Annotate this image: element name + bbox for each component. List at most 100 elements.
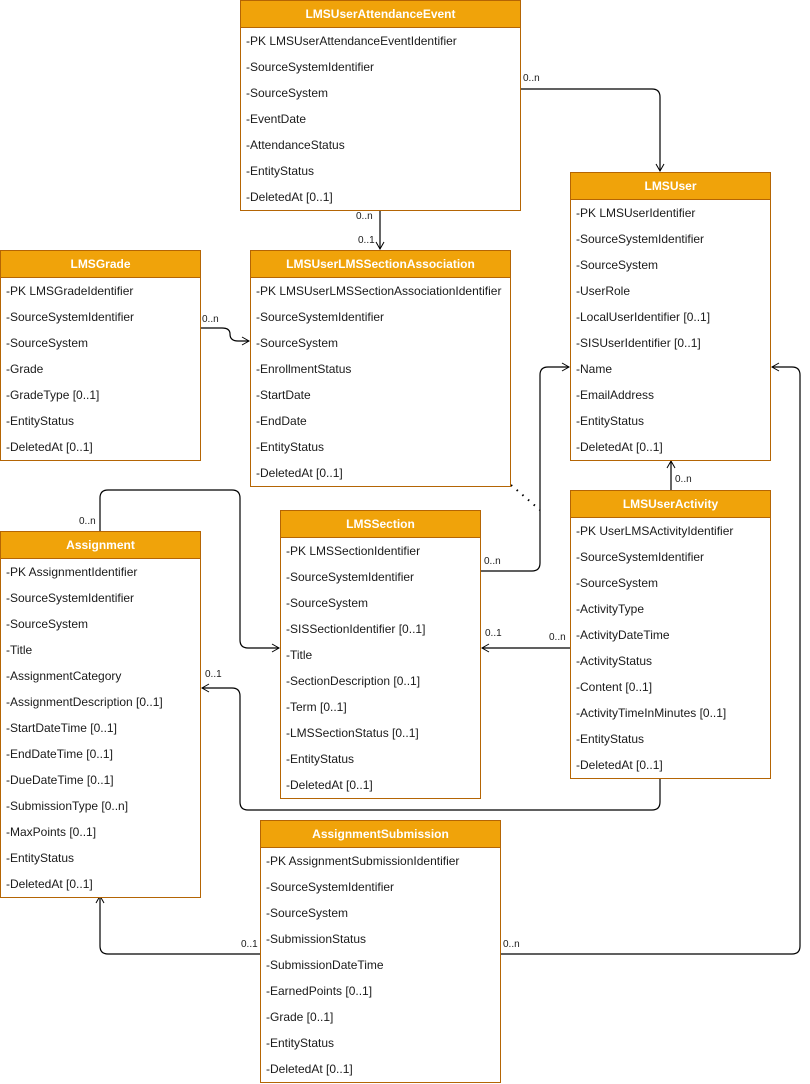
attribute-row: -EntityStatus	[6, 851, 75, 865]
attribute-list: -PK LMSUserAttendanceEventIdentifier -Sou…	[241, 28, 520, 210]
attribute-row: -PK UserLMSActivityIdentifier	[576, 524, 734, 538]
cardinality-label: 0..n	[356, 211, 373, 222]
attribute-row: -SourceSystemIdentifier	[266, 880, 395, 894]
attribute-row: -DeletedAt [0..1]	[576, 440, 663, 454]
entity-lms-user-section-association[interactable]: LMSUserLMSSectionAssociation -PK LMSUser…	[250, 250, 511, 487]
cardinality-label: 0..1	[241, 939, 258, 950]
attribute-row: -AssignmentCategory	[6, 669, 122, 683]
attribute-row: -GradeType [0..1]	[6, 388, 100, 402]
attribute-list: -PK AssignmentSubmissionIdentifier -Sourc…	[261, 848, 500, 1082]
attribute-row: -DeletedAt [0..1]	[266, 1062, 353, 1076]
attribute-row: -SourceSystemIdentifier	[286, 570, 415, 584]
entity-lms-grade[interactable]: LMSGrade -PK LMSGradeIdentifier -SourceSy…	[0, 250, 201, 461]
attribute-row: -SourceSystem	[6, 336, 89, 350]
attribute-row: -Title	[6, 643, 33, 657]
attribute-row: -DeletedAt [0..1]	[6, 440, 93, 454]
cardinality-label: 0..n	[675, 474, 692, 485]
attribute-row: -Term [0..1]	[286, 700, 347, 714]
entity-title: Assignment	[1, 532, 200, 559]
attribute-row: -Grade	[6, 362, 44, 376]
attribute-row: -EventDate	[246, 112, 307, 126]
connector-submission-assignment[interactable]	[95, 894, 260, 955]
attribute-row: -AssignmentDescription [0..1]	[6, 695, 163, 709]
attribute-row: -SourceSystemIdentifier	[246, 60, 375, 74]
cardinality-label: 0..n	[202, 314, 219, 325]
entity-title: LMSUserActivity	[571, 491, 770, 518]
attribute-row: -MaxPoints [0..1]	[6, 825, 97, 839]
attribute-row: -SourceSystemIdentifier	[256, 310, 385, 324]
connector-grade-association[interactable]	[201, 327, 251, 346]
cardinality-label: 0..1	[205, 669, 222, 680]
attribute-list: -PK LMSUserLMSSectionAssociationIdentifi…	[251, 278, 510, 486]
attribute-row: -SubmissionType [0..n]	[6, 799, 129, 813]
attribute-row: -EarnedPoints [0..1]	[266, 984, 373, 998]
cardinality-label: 0..1	[358, 235, 375, 246]
entity-title: AssignmentSubmission	[261, 821, 500, 848]
attribute-row: -PK AssignmentIdentifier	[6, 565, 138, 579]
attribute-list: -PK LMSGradeIdentifier -SourceSystemIdent…	[1, 278, 200, 460]
attribute-row: -UserRole	[576, 284, 631, 298]
attribute-row: -ActivityTimeInMinutes [0..1]	[576, 706, 727, 720]
attribute-row: -EndDateTime [0..1]	[6, 747, 113, 761]
attribute-row: -PK LMSSectionIdentifier	[286, 544, 421, 558]
dotted-link	[510, 484, 541, 511]
attribute-row: -EntityStatus	[576, 414, 645, 428]
attribute-row: -Content [0..1]	[576, 680, 653, 694]
attribute-row: -EntityStatus	[266, 1036, 335, 1050]
attribute-list: -PK LMSSectionIdentifier -SourceSystemIde…	[281, 538, 480, 798]
cardinality-label: 0..n	[79, 516, 96, 527]
entity-lms-user-activity[interactable]: LMSUserActivity -PK UserLMSActivityIdent…	[570, 490, 771, 779]
attribute-row: -SourceSystemIdentifier	[576, 232, 705, 246]
entity-lms-user[interactable]: LMSUser -PK LMSUserIdentifier -SourceSyst…	[570, 172, 771, 461]
attribute-row: -ActivityDateTime	[576, 628, 670, 642]
attribute-row: -EmailAddress	[576, 388, 655, 402]
attribute-row: -EntityStatus	[576, 732, 645, 746]
attribute-row: -SourceSystem	[6, 617, 89, 631]
attribute-row: -DeletedAt [0..1]	[286, 778, 373, 792]
attribute-row: -SubmissionDateTime	[266, 958, 384, 972]
attribute-row: -LMSSectionStatus [0..1]	[286, 726, 419, 740]
attribute-row: -DeletedAt [0..1]	[256, 466, 343, 480]
attribute-row: -SourceSystem	[286, 596, 369, 610]
attribute-row: -Grade [0..1]	[266, 1010, 334, 1024]
attribute-row: -EntityStatus	[6, 414, 75, 428]
attribute-row: -StartDate	[256, 388, 311, 402]
attribute-row: -EntityStatus	[286, 752, 355, 766]
entity-assignment-submission[interactable]: AssignmentSubmission -PK AssignmentSubmi…	[260, 820, 501, 1083]
attribute-row: -DeletedAt [0..1]	[576, 758, 663, 772]
attribute-row: -EntityStatus	[256, 440, 325, 454]
entity-assignment[interactable]: Assignment -PK AssignmentIdentifier -Sour…	[0, 531, 201, 898]
attribute-row: -SourceSystemIdentifier	[6, 591, 135, 605]
cardinality-label: 0..1	[485, 628, 502, 639]
cardinality-label: 0..n	[484, 556, 501, 567]
entity-title: LMSUserAttendanceEvent	[241, 1, 520, 28]
entity-lms-user-attendance-event[interactable]: LMSUserAttendanceEvent -PK LMSUserAttend…	[240, 0, 521, 211]
attribute-row: -Title	[286, 648, 313, 662]
attribute-row: -SubmissionStatus	[266, 932, 367, 946]
attribute-row: -SourceSystemIdentifier	[576, 550, 705, 564]
cardinality-label: 0..n	[523, 73, 540, 84]
attribute-row: -PK AssignmentSubmissionIdentifier	[266, 854, 460, 868]
cardinality-label: 0..n	[549, 632, 566, 643]
attribute-row: -ActivityType	[576, 602, 645, 616]
attribute-list: -PK LMSUserIdentifier -SourceSystemIdenti…	[571, 200, 770, 460]
entity-lms-section[interactable]: LMSSection -PK LMSSectionIdentifier -Sour…	[280, 510, 481, 799]
attribute-row: -LocalUserIdentifier [0..1]	[576, 310, 711, 324]
attribute-row: -ActivityStatus	[576, 654, 653, 668]
attribute-row: -Name	[576, 362, 613, 376]
entity-title: LMSUser	[571, 173, 770, 200]
attribute-row: -StartDateTime [0..1]	[6, 721, 117, 735]
attribute-list: -PK AssignmentIdentifier -SourceSystemIde…	[1, 559, 200, 897]
attribute-row: -SourceSystem	[246, 86, 329, 100]
attribute-row: -SourceSystem	[266, 906, 349, 920]
connector-attendance-user[interactable]	[520, 88, 665, 173]
attribute-row: -PK LMSUserLMSSectionAssociationIdentifi…	[256, 284, 502, 298]
attribute-row: -PK LMSUserAttendanceEventIdentifier	[246, 34, 457, 48]
attribute-row: -SourceSystem	[576, 576, 659, 590]
cardinality-label: 0..n	[503, 939, 520, 950]
attribute-row: -AttendanceStatus	[246, 138, 345, 152]
entity-title: LMSUserLMSSectionAssociation	[251, 251, 510, 278]
entity-title: LMSGrade	[1, 251, 200, 278]
attribute-list: -PK UserLMSActivityIdentifier -SourceSyst…	[571, 518, 770, 778]
attribute-row: -SourceSystem	[256, 336, 339, 350]
